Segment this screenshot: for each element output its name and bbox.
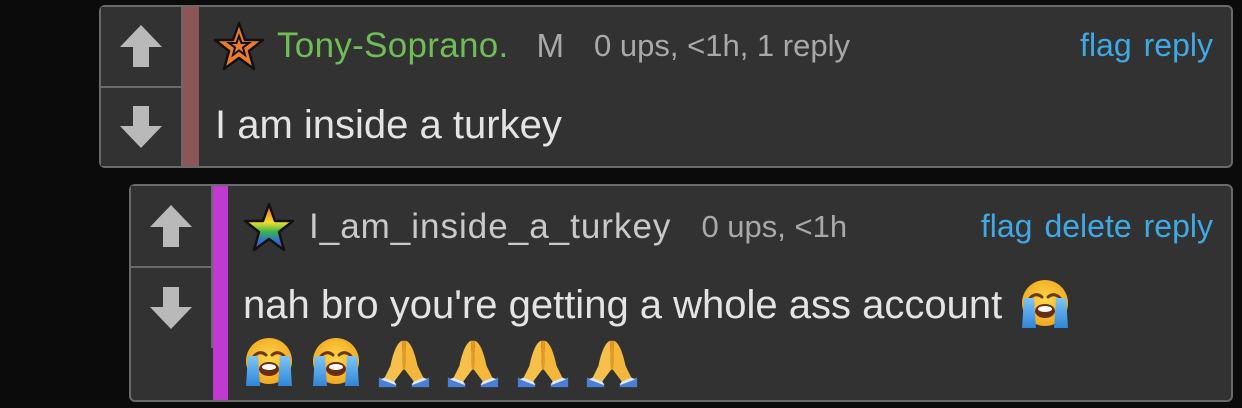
comment-actions: flag delete reply — [969, 208, 1213, 245]
comment-actions: flag reply — [1068, 27, 1213, 64]
reply-link[interactable]: reply — [1144, 27, 1213, 64]
comment-meta: 0 ups, <1h, 1 reply — [594, 28, 850, 63]
orange-star-icon — [213, 21, 265, 71]
folded-hands-icon — [444, 336, 502, 388]
arrow-down-icon — [148, 285, 194, 331]
comment-card: Tony-Soprano. M 0 ups, <1h, 1 reply flag… — [99, 5, 1233, 168]
comment-header: I_am_inside_a_turkey 0 ups, <1h — [243, 198, 847, 256]
downvote-button[interactable] — [101, 87, 181, 166]
comment-stripe — [213, 186, 228, 400]
loudly-crying-face-icon — [243, 336, 295, 388]
vote-column — [101, 7, 183, 166]
user-flair: M — [536, 27, 565, 64]
rainbow-star-icon — [243, 202, 295, 252]
upvote-button[interactable] — [131, 186, 211, 268]
comment-meta: 0 ups, <1h — [701, 209, 848, 244]
comment-stripe — [183, 7, 199, 166]
flag-link[interactable]: flag — [981, 208, 1033, 245]
username-link[interactable]: Tony-Soprano. — [277, 26, 509, 66]
username-link[interactable]: I_am_inside_a_turkey — [309, 207, 671, 247]
comment-text: nah bro you're getting a whole ass accou… — [243, 280, 1223, 390]
loudly-crying-face-icon — [310, 336, 362, 388]
arrow-up-icon — [118, 23, 164, 69]
comment-header: Tony-Soprano. M 0 ups, <1h, 1 reply — [213, 17, 850, 75]
reply-card: I_am_inside_a_turkey 0 ups, <1h flag del… — [129, 184, 1233, 402]
vote-column — [131, 186, 213, 348]
folded-hands-icon — [583, 336, 641, 388]
delete-link[interactable]: delete — [1044, 208, 1131, 245]
downvote-button[interactable] — [131, 268, 211, 348]
emoji-row — [243, 334, 1223, 390]
comment-text: I am inside a turkey — [215, 103, 562, 147]
folded-hands-icon — [514, 336, 572, 388]
arrow-up-icon — [148, 203, 194, 249]
reply-link[interactable]: reply — [1144, 208, 1213, 245]
comment-text-content: nah bro you're getting a whole ass accou… — [243, 283, 1003, 327]
folded-hands-icon — [375, 336, 433, 388]
loudly-crying-face-icon — [1019, 278, 1071, 330]
flag-link[interactable]: flag — [1080, 27, 1132, 64]
arrow-down-icon — [118, 104, 164, 150]
upvote-button[interactable] — [101, 7, 181, 88]
